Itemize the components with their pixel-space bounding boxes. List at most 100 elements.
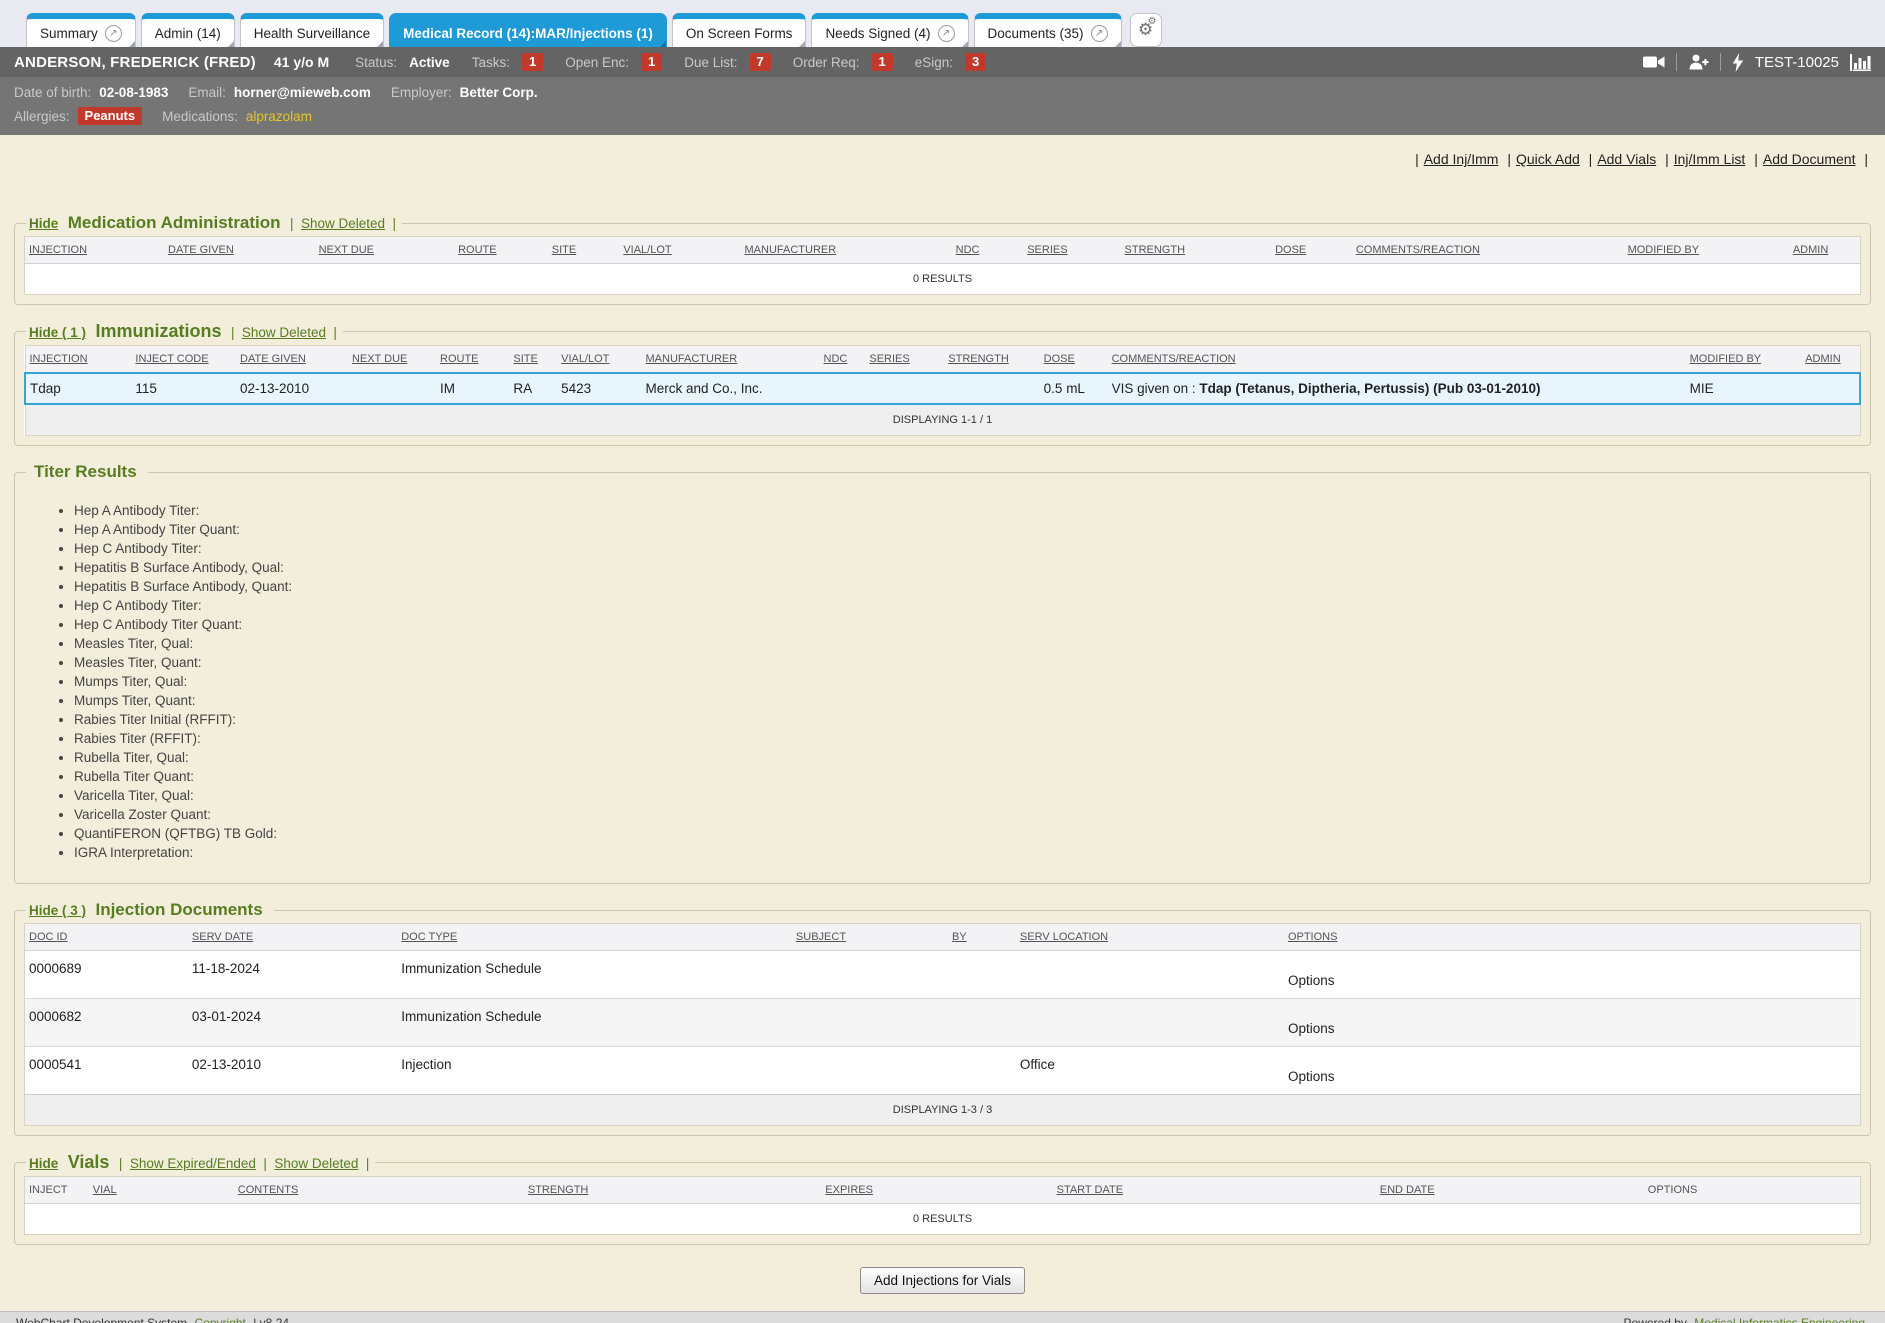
show-deleted-immunizations-link[interactable]: Show Deleted (242, 325, 326, 340)
column-header[interactable]: BY (948, 924, 1016, 951)
bar-chart-icon[interactable] (1850, 53, 1871, 71)
column-header[interactable]: SERV LOCATION (1016, 924, 1284, 951)
options-cell[interactable]: Options (1284, 951, 1861, 999)
column-header[interactable]: VIAL/LOT (619, 237, 740, 264)
medication-value[interactable]: alprazolam (246, 109, 312, 124)
column-header[interactable]: INJECTION (25, 237, 165, 264)
column-header[interactable]: VIAL (89, 1177, 234, 1204)
hide-immunizations-link[interactable]: Hide ( 1 ) (29, 325, 86, 340)
quick-add-link[interactable]: Quick Add (1516, 151, 1580, 167)
column-header[interactable]: ROUTE (454, 237, 548, 264)
tab-documents[interactable]: Documents (35) ↗ (974, 13, 1122, 47)
column-header[interactable]: COMMENTS/REACTION (1108, 346, 1686, 374)
immunization-row-tdap[interactable]: Tdap 115 02-13-2010 IM RA 5423 Merck and… (25, 373, 1860, 404)
document-row[interactable]: 0000689 11-18-2024 Immunization Schedule… (25, 951, 1861, 999)
column-header[interactable]: MANUFACTURER (741, 237, 952, 264)
titer-item: Rabies Titer (RFFIT): (74, 729, 1861, 748)
add-vials-link[interactable]: Add Vials (1597, 151, 1656, 167)
column-header[interactable]: STRENGTH (944, 346, 1039, 374)
tab-health-surveillance[interactable]: Health Surveillance (240, 13, 384, 47)
injection-cell: Tdap (25, 373, 131, 404)
displaying-row: DISPLAYING 1-1 / 1 (25, 404, 1860, 436)
add-document-link[interactable]: Add Document (1763, 151, 1856, 167)
column-header[interactable]: CONTENTS (234, 1177, 524, 1204)
document-row[interactable]: 0000541 02-13-2010 Injection Office Opti… (25, 1047, 1861, 1095)
displaying-text: DISPLAYING 1-1 / 1 (25, 404, 1860, 436)
column-header[interactable]: SITE (548, 237, 620, 264)
tab-bar: Summary ↗ Admin (14) Health Surveillance… (0, 0, 1885, 47)
column-header[interactable]: ROUTE (436, 346, 509, 374)
vials-section: Hide Vials | Show Expired/Ended | Show D… (14, 1152, 1871, 1245)
tasks-count-badge[interactable]: 1 (522, 53, 543, 71)
column-header[interactable]: DOSE (1040, 346, 1108, 374)
column-header[interactable]: VIAL/LOT (557, 346, 641, 374)
column-header[interactable]: NEXT DUE (348, 346, 436, 374)
show-expired-ended-link[interactable]: Show Expired/Ended (130, 1156, 256, 1171)
options-cell[interactable]: Options (1284, 999, 1861, 1047)
footer-mie-link[interactable]: Medical Informatics Engineering (1694, 1316, 1865, 1323)
esign-count-badge[interactable]: 3 (965, 53, 986, 71)
video-camera-icon[interactable] (1643, 54, 1665, 70)
tab-admin[interactable]: Admin (14) (141, 13, 235, 47)
show-deleted-vials-link[interactable]: Show Deleted (274, 1156, 358, 1171)
column-header[interactable]: DOC TYPE (397, 924, 792, 951)
column-header[interactable]: MODIFIED BY (1686, 346, 1802, 374)
open-enc-count-badge[interactable]: 1 (641, 53, 662, 71)
tab-medical-record-active[interactable]: Medical Record (14):MAR/Injections (1) (389, 13, 667, 47)
column-header[interactable]: STRENGTH (1121, 237, 1272, 264)
column-header[interactable]: SUBJECT (792, 924, 948, 951)
tab-summary[interactable]: Summary ↗ (26, 13, 136, 47)
column-header[interactable]: MODIFIED BY (1624, 237, 1789, 264)
open-enc-label: Open Enc: (565, 55, 629, 70)
show-deleted-med-admin-link[interactable]: Show Deleted (301, 216, 385, 231)
vial-lot-cell: 5423 (557, 373, 641, 404)
column-header[interactable]: SITE (509, 346, 557, 374)
options-cell[interactable]: Options (1284, 1047, 1861, 1095)
column-header[interactable]: MANUFACTURER (642, 346, 820, 374)
settings-gears-button[interactable]: ⚙ ⚙ (1130, 13, 1162, 47)
lightning-bolt-icon[interactable] (1732, 53, 1744, 72)
popup-arrow-icon[interactable]: ↗ (1091, 25, 1108, 42)
column-header[interactable]: COMMENTS/REACTION (1352, 237, 1624, 264)
order-req-count-badge[interactable]: 1 (872, 53, 893, 71)
column-header[interactable]: STRENGTH (524, 1177, 821, 1204)
column-header[interactable]: START DATE (1053, 1177, 1376, 1204)
column-header[interactable]: ADMIN (1789, 237, 1861, 264)
due-list-count-badge[interactable]: 7 (750, 53, 771, 71)
column-header[interactable]: SERIES (865, 346, 944, 374)
column-header[interactable]: INJECTION (25, 346, 131, 374)
separator: | (231, 325, 235, 340)
column-header[interactable]: NEXT DUE (315, 237, 455, 264)
tab-on-screen-forms[interactable]: On Screen Forms (672, 13, 807, 47)
footer-copyright-link[interactable]: Copyright (195, 1316, 246, 1323)
add-user-icon[interactable] (1688, 53, 1709, 71)
column-header[interactable]: NDC (952, 237, 1024, 264)
column-header[interactable]: DOSE (1271, 237, 1352, 264)
inj-imm-list-link[interactable]: Inj/Imm List (1674, 151, 1746, 167)
hide-med-admin-link[interactable]: Hide (29, 216, 58, 231)
column-header[interactable]: SERIES (1023, 237, 1120, 264)
column-header[interactable]: DATE GIVEN (164, 237, 315, 264)
popup-arrow-icon[interactable]: ↗ (938, 25, 955, 42)
column-header[interactable]: INJECT CODE (131, 346, 236, 374)
column-header[interactable]: SERV DATE (188, 924, 397, 951)
titer-item: Rabies Titer Initial (RFFIT): (74, 710, 1861, 729)
add-inj-imm-link[interactable]: Add Inj/Imm (1424, 151, 1499, 167)
subject-cell (792, 951, 948, 999)
tab-label: On Screen Forms (686, 26, 793, 41)
column-header[interactable]: EXPIRES (821, 1177, 1052, 1204)
column-header[interactable]: ADMIN (1801, 346, 1860, 374)
column-header[interactable]: DATE GIVEN (236, 346, 348, 374)
hide-injection-documents-link[interactable]: Hide ( 3 ) (29, 903, 86, 918)
allergy-badge[interactable]: Peanuts (78, 107, 143, 125)
tab-label: Health Surveillance (254, 26, 370, 41)
column-header[interactable]: OPTIONS (1284, 924, 1861, 951)
document-row[interactable]: 0000682 03-01-2024 Immunization Schedule… (25, 999, 1861, 1047)
hide-vials-link[interactable]: Hide (29, 1156, 58, 1171)
tab-needs-signed[interactable]: Needs Signed (4) ↗ (811, 13, 968, 47)
popup-arrow-icon[interactable]: ↗ (105, 25, 122, 42)
column-header[interactable]: DOC ID (25, 924, 188, 951)
column-header[interactable]: END DATE (1376, 1177, 1644, 1204)
add-injections-for-vials-button[interactable]: Add Injections for Vials (860, 1267, 1025, 1294)
column-header[interactable]: NDC (820, 346, 866, 374)
